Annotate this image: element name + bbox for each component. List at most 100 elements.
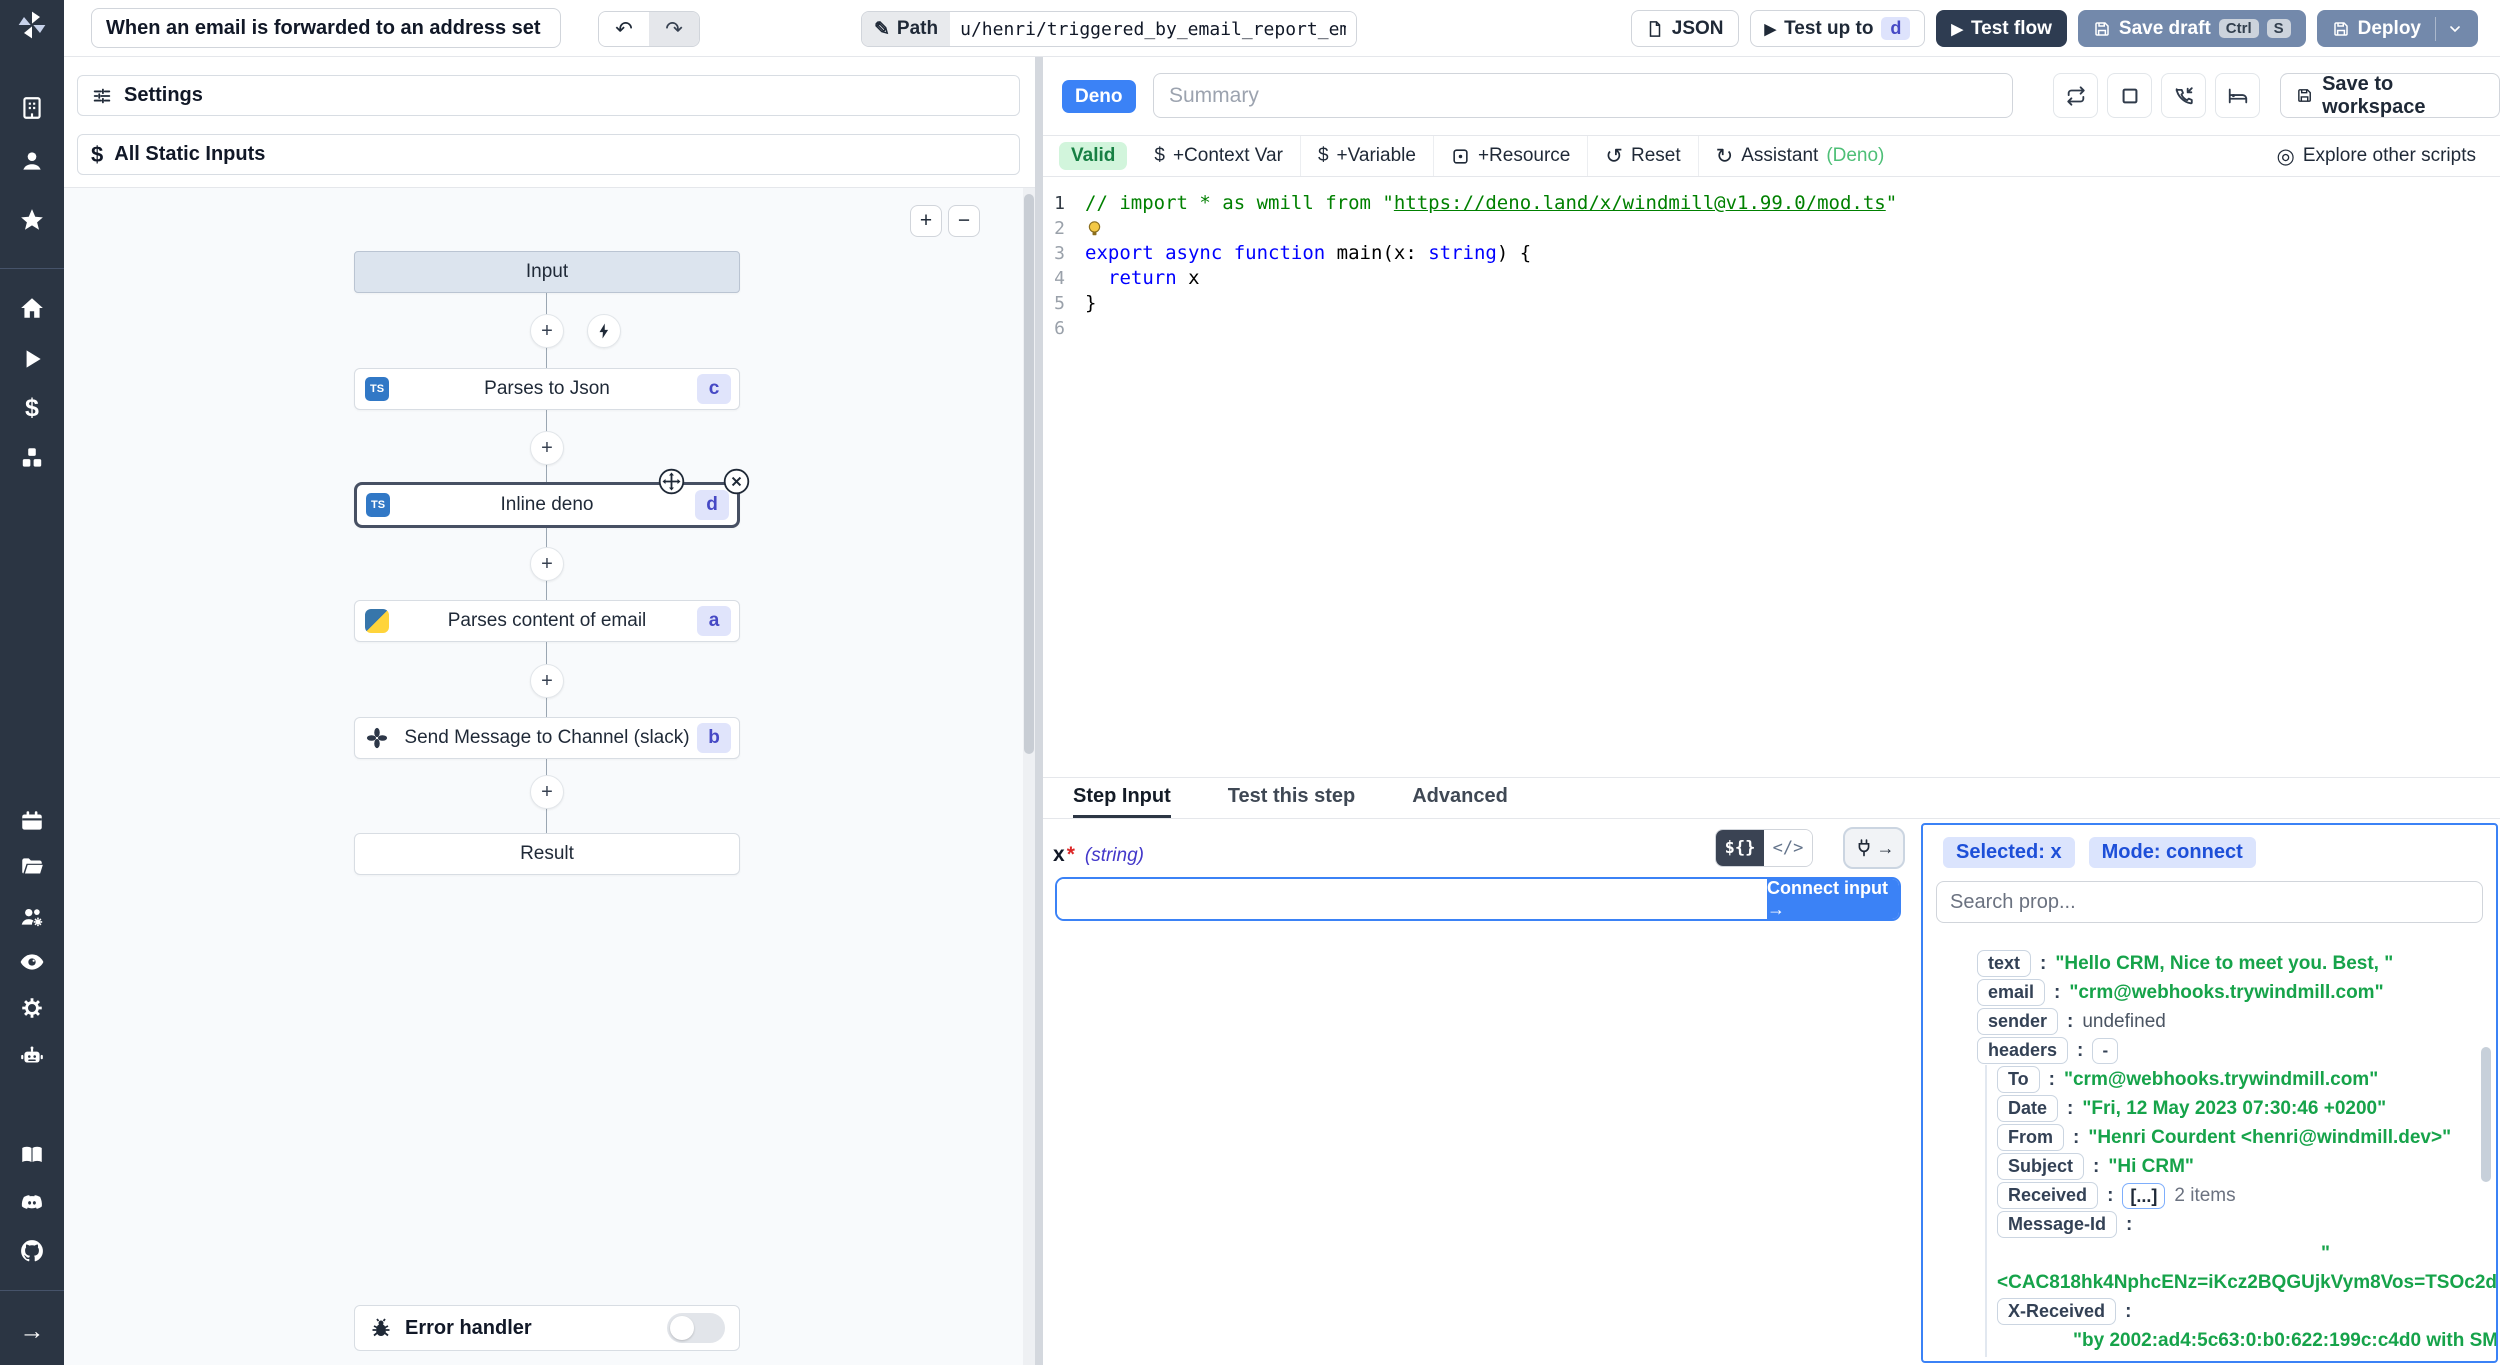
add-step-button[interactable]: +: [530, 775, 564, 809]
save-to-workspace-button[interactable]: Save to workspace: [2280, 73, 2500, 118]
groups-users-icon[interactable]: [0, 902, 64, 932]
runs-play-icon[interactable]: [0, 344, 64, 374]
stop-square-icon-button[interactable]: [2107, 73, 2152, 118]
explore-other-scripts-button[interactable]: ◎ Explore other scripts: [2276, 144, 2500, 169]
flow-node-input[interactable]: Input: [354, 251, 740, 293]
flow-node-parses-to-json[interactable]: TS Parses to Json c: [354, 368, 740, 410]
connect-input-button[interactable]: Connect input →: [1767, 879, 1899, 919]
panel-splitter[interactable]: [1035, 57, 1043, 1365]
flow-scrollbar[interactable]: [1023, 188, 1035, 1365]
variables-dollar-icon[interactable]: $: [0, 393, 64, 423]
zoom-out-button[interactable]: −: [948, 205, 980, 237]
summary-input[interactable]: [1153, 73, 2013, 118]
flow-node-result[interactable]: Result: [354, 833, 740, 875]
chevron-down-icon[interactable]: [2447, 21, 2463, 37]
repeat-icon-button[interactable]: [2053, 73, 2098, 118]
error-handler-toggle[interactable]: [667, 1313, 725, 1343]
tab-test-this-step[interactable]: Test this step: [1228, 778, 1355, 818]
favorites-star-icon[interactable]: [0, 205, 64, 235]
connect-plug-button[interactable]: →: [1843, 827, 1905, 869]
audit-eye-icon[interactable]: [0, 947, 64, 977]
sliders-icon: [93, 88, 111, 103]
prop-row[interactable]: sender: undefined: [1923, 1007, 2496, 1036]
reset-button[interactable]: ↺ Reset: [1588, 136, 1699, 176]
prop-row[interactable]: From: "Henri Courdent <henri@windmill.dev…: [1923, 1123, 2496, 1152]
prop-row[interactable]: Date: "Fri, 12 May 2023 07:30:46 +0200": [1923, 1094, 2496, 1123]
tab-advanced[interactable]: Advanced: [1412, 778, 1508, 818]
step-value-input[interactable]: [1057, 879, 1767, 919]
collapse-arrow-icon[interactable]: →: [0, 1316, 64, 1346]
code-line: 6: [1043, 316, 2500, 341]
prop-row[interactable]: Received: [...] 2 items: [1923, 1181, 2496, 1210]
prop-row[interactable]: <CAC818hk4NphcENz=iKcz2BQGUjkVym8Vos=TSO…: [1923, 1268, 2496, 1297]
flow-canvas[interactable]: + − Input + TS Parses to Json c + TS Inl…: [64, 187, 1035, 1365]
prop-row[interactable]: ": [1923, 1239, 2496, 1268]
save-draft-button[interactable]: Save draft Ctrl S: [2077, 10, 2306, 47]
test-flow-button[interactable]: ▶ Test flow: [1936, 10, 2067, 47]
search-prop-input[interactable]: [1936, 881, 2483, 923]
json-button[interactable]: JSON: [1630, 10, 1739, 47]
redo-button[interactable]: ↷: [649, 12, 699, 46]
all-static-inputs-button[interactable]: $ All Static Inputs: [77, 134, 1020, 175]
prop-picker-status: Selected: x Mode: connect: [1943, 837, 2256, 868]
user-icon[interactable]: [0, 146, 64, 176]
array-expand-button[interactable]: [...]: [2122, 1182, 2166, 1209]
add-variable-button[interactable]: $ +Variable: [1301, 136, 1434, 176]
error-handler-node[interactable]: Error handler: [354, 1305, 740, 1351]
deploy-button[interactable]: Deploy: [2316, 10, 2478, 47]
resources-cubes-icon[interactable]: [0, 443, 64, 473]
flow-node-parses-content[interactable]: Parses content of email a: [354, 600, 740, 642]
prop-row[interactable]: "by 2002:ad4:5c63:0:b0:622:199c:c4d0 wit…: [1923, 1326, 2496, 1355]
docs-book-icon[interactable]: [0, 1140, 64, 1170]
flow-settings-button[interactable]: Settings: [77, 75, 1020, 116]
code-mode-segment[interactable]: </>: [1764, 830, 1812, 866]
prop-row[interactable]: X-Received:: [1923, 1297, 2496, 1326]
trigger-bolt-button[interactable]: [587, 314, 621, 348]
add-step-button[interactable]: +: [530, 431, 564, 465]
prop-row[interactable]: email: "crm@webhooks.trywindmill.com": [1923, 978, 2496, 1007]
folders-icon[interactable]: [0, 852, 64, 882]
add-resource-button[interactable]: +Resource: [1434, 136, 1589, 176]
code-editor[interactable]: 1 // import * as wmill from "https://den…: [1043, 177, 2500, 777]
add-step-button[interactable]: +: [530, 547, 564, 581]
flow-node-send-slack-message[interactable]: Send Message to Channel (slack) b: [354, 717, 740, 759]
slack-icon: [365, 726, 389, 750]
collapse-button[interactable]: -: [2092, 1037, 2119, 1064]
template-mode-segment[interactable]: ${}: [1716, 830, 1764, 866]
prop-row[interactable]: To: "crm@webhooks.trywindmill.com": [1923, 1065, 2496, 1094]
schedules-calendar-icon[interactable]: [0, 806, 64, 836]
keycap-s: S: [2266, 19, 2291, 38]
prop-scrollbar-thumb[interactable]: [2481, 1047, 2491, 1182]
phone-incoming-icon-button[interactable]: [2161, 73, 2206, 118]
prop-row[interactable]: Subject: "Hi CRM": [1923, 1152, 2496, 1181]
sleep-bed-icon-button[interactable]: [2215, 73, 2260, 118]
github-icon[interactable]: [0, 1236, 64, 1266]
resource-box-icon: [1453, 148, 1468, 164]
prop-row[interactable]: headers: -: [1923, 1036, 2496, 1065]
add-step-button[interactable]: +: [530, 314, 564, 348]
test-up-to-button[interactable]: ▶ Test up to d: [1749, 10, 1926, 47]
workspace-icon[interactable]: [0, 93, 64, 123]
windmill-logo[interactable]: [0, 10, 64, 40]
add-step-button[interactable]: +: [530, 664, 564, 698]
flow-title-input[interactable]: [91, 8, 561, 48]
settings-gear-icon[interactable]: [0, 993, 64, 1023]
discord-icon[interactable]: [0, 1188, 64, 1218]
ai-robot-icon[interactable]: [0, 1041, 64, 1071]
scrollbar-thumb[interactable]: [1024, 194, 1034, 754]
lightbulb-icon[interactable]: [1085, 219, 1104, 238]
prop-row[interactable]: 20020ad45c63000000b00622199cc4d0mr130276…: [1923, 1355, 2496, 1362]
add-context-var-button[interactable]: $ +Context Var: [1137, 136, 1301, 176]
prop-row[interactable]: Message-Id:: [1923, 1210, 2496, 1239]
input-mode-toggle[interactable]: ${} </>: [1715, 829, 1813, 867]
zoom-in-button[interactable]: +: [910, 205, 942, 237]
valid-status: Valid: [1043, 136, 1137, 176]
tab-step-input[interactable]: Step Input: [1073, 778, 1171, 818]
prop-row[interactable]: text: "Hello CRM, Nice to meet you. Best,…: [1923, 949, 2496, 978]
assistant-button[interactable]: ↻ Assistant (Deno): [1699, 136, 1902, 176]
home-icon[interactable]: [0, 293, 64, 323]
undo-button[interactable]: ↶: [599, 12, 649, 46]
path-input[interactable]: [950, 12, 1357, 46]
delete-node-icon[interactable]: [723, 468, 750, 495]
move-node-icon[interactable]: [658, 468, 685, 495]
